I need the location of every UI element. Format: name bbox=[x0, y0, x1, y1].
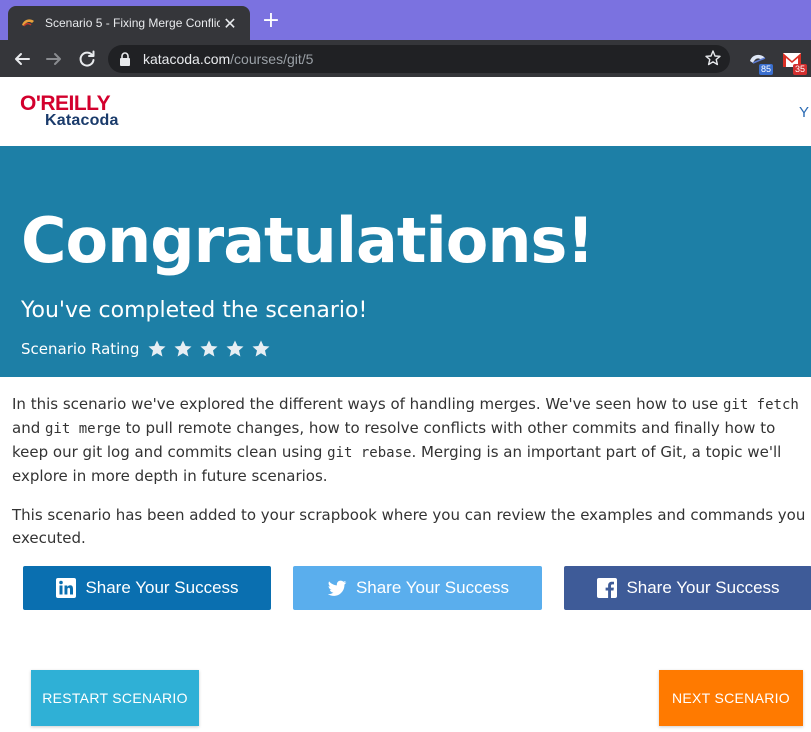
hero-subtitle: You've completed the scenario! bbox=[21, 298, 368, 323]
extension-a-button[interactable]: 85 bbox=[747, 49, 773, 75]
new-tab-button[interactable]: + bbox=[260, 10, 282, 32]
forward-button[interactable] bbox=[41, 46, 67, 72]
site-header: O'REILLY Katacoda Y bbox=[0, 77, 811, 146]
gmail-badge: 35 bbox=[792, 64, 807, 75]
summary-paragraph: In this scenario we've explored the diff… bbox=[12, 393, 811, 488]
reload-button[interactable] bbox=[74, 46, 100, 72]
lock-icon bbox=[120, 52, 130, 66]
share-linkedin-label: Share Your Success bbox=[85, 578, 239, 597]
share-twitter-button[interactable]: Share Your Success bbox=[293, 566, 542, 610]
browser-tabstrip: Scenario 5 - Fixing Merge Conflic ✕ + bbox=[0, 0, 811, 40]
congratulations-hero: Congratulations! You've completed the sc… bbox=[0, 146, 811, 377]
share-twitter-label: Share Your Success bbox=[355, 578, 510, 597]
summary-text-2: and bbox=[12, 419, 45, 437]
back-arrow-icon bbox=[15, 53, 30, 65]
rating-star-4-icon[interactable] bbox=[225, 339, 245, 359]
code-git-rebase: git rebase bbox=[327, 445, 412, 461]
scrapbook-paragraph: This scenario has been added to your scr… bbox=[12, 506, 806, 547]
summary-text-1: In this scenario we've explored the diff… bbox=[12, 395, 723, 413]
extension-a-badge: 85 bbox=[758, 64, 773, 75]
reload-icon bbox=[79, 50, 95, 67]
browser-tab[interactable]: Scenario 5 - Fixing Merge Conflic ✕ bbox=[8, 6, 250, 40]
next-scenario-button[interactable]: NEXT SCENARIO bbox=[659, 670, 803, 726]
bookmark-star-icon[interactable] bbox=[704, 49, 722, 67]
url-path: /courses/git/5 bbox=[230, 51, 314, 67]
twitter-icon bbox=[327, 580, 347, 596]
url-host: katacoda.com bbox=[143, 51, 231, 67]
share-facebook-button[interactable]: Share Your Success bbox=[564, 566, 811, 610]
share-linkedin-button[interactable]: Share Your Success bbox=[23, 566, 271, 610]
forward-arrow-icon bbox=[46, 53, 61, 65]
rating-star-2-icon[interactable] bbox=[173, 339, 193, 359]
linkedin-icon bbox=[56, 578, 77, 598]
back-button[interactable] bbox=[9, 46, 35, 72]
tab-close-icon[interactable]: ✕ bbox=[220, 14, 240, 33]
code-git-merge: git merge bbox=[45, 421, 121, 437]
rating-star-3-icon[interactable] bbox=[199, 339, 219, 359]
rating-star-5-icon[interactable] bbox=[251, 339, 271, 359]
rating-star-1-icon[interactable] bbox=[147, 339, 167, 359]
scenario-rating: Scenario Rating bbox=[21, 339, 277, 359]
header-nav-link[interactable]: Y bbox=[799, 104, 809, 121]
scenario-summary: In this scenario we've explored the diff… bbox=[12, 393, 811, 566]
browser-toolbar: katacoda.com/courses/git/5 85 35 bbox=[0, 40, 811, 77]
oreilly-katacoda-logo[interactable]: O'REILLY Katacoda bbox=[20, 92, 140, 132]
facebook-icon bbox=[597, 578, 618, 598]
katacoda-favicon-icon bbox=[22, 19, 34, 27]
share-facebook-label: Share Your Success bbox=[626, 578, 780, 597]
logo-katacoda-text: Katacoda bbox=[45, 112, 119, 129]
address-bar[interactable]: katacoda.com/courses/git/5 bbox=[108, 45, 730, 73]
url-text: katacoda.com/courses/git/5 bbox=[143, 51, 313, 67]
gmail-extension-button[interactable]: 35 bbox=[781, 49, 807, 75]
rating-label: Scenario Rating bbox=[21, 340, 140, 358]
restart-scenario-button[interactable]: RESTART SCENARIO bbox=[31, 670, 199, 726]
code-git-fetch: git fetch bbox=[722, 397, 799, 413]
hero-title: Congratulations! bbox=[21, 204, 595, 277]
tab-title: Scenario 5 - Fixing Merge Conflic bbox=[45, 16, 220, 30]
